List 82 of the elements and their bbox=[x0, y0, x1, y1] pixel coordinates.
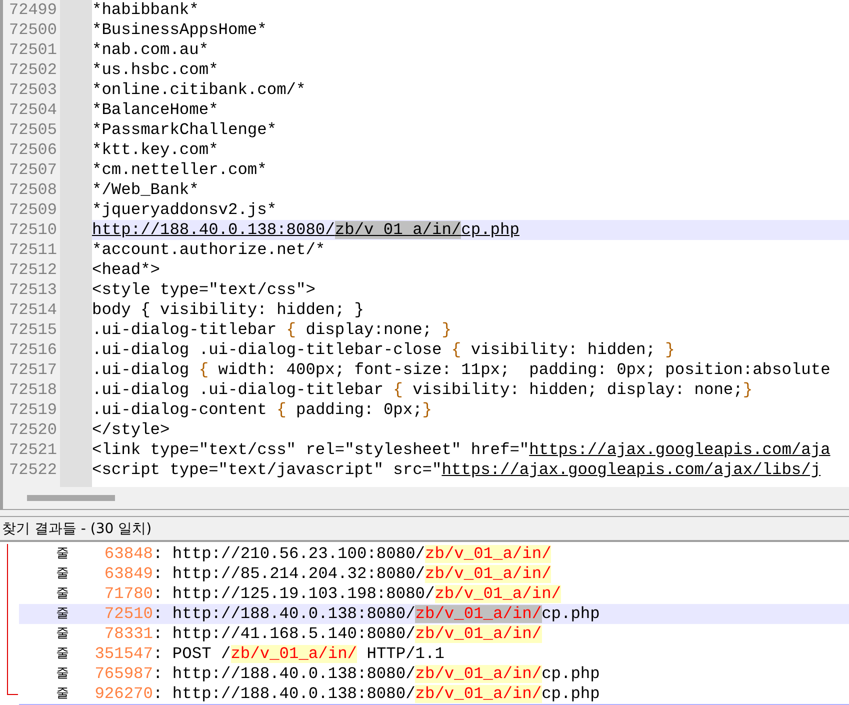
panel-splitter[interactable] bbox=[0, 509, 849, 518]
line-number: 72504 bbox=[8, 100, 58, 120]
result-row[interactable]: 줄 78331: http://41.168.5.140:8080/zb/v_01_a/in/ bbox=[19, 624, 849, 644]
line-number: 72510 bbox=[8, 220, 58, 240]
result-row[interactable]: 줄 63848: http://210.56.23.100:8080/zb/v_01_a/in/ bbox=[19, 544, 849, 564]
line-number: 72517 bbox=[8, 360, 58, 380]
line-number: 72509 bbox=[8, 200, 58, 220]
result-text: : http://41.168.5.140:8080/zb/v_01_a/in/ bbox=[153, 624, 542, 644]
line-number: 72513 bbox=[8, 280, 58, 300]
result-text: : POST /zb/v_01_a/in/ HTTP/1.1 bbox=[153, 644, 444, 664]
result-row[interactable]: 줄 351547: POST /zb/v_01_a/in/ HTTP/1.1 bbox=[19, 644, 849, 664]
line-number: 72502 bbox=[8, 60, 58, 80]
code-line: body { visibility: hidden; } bbox=[92, 300, 365, 320]
line-number: 72500 bbox=[8, 20, 58, 40]
line-label: 줄 bbox=[55, 624, 69, 643]
line-number: 72516 bbox=[8, 340, 58, 360]
line-number: 72521 bbox=[8, 440, 58, 460]
code-line: .ui-dialog { width: 400px; font-size: 11px; padding: 0px; position:absolute bbox=[92, 360, 832, 380]
line-number: 72512 bbox=[8, 260, 58, 280]
line-number: 72507 bbox=[8, 160, 58, 180]
line-number: 926270 bbox=[94, 684, 153, 704]
code-line: *cm.netteller.com* bbox=[92, 160, 268, 180]
result-text: : http://125.19.103.198:8080/zb/v_01_a/in/ bbox=[153, 584, 562, 604]
line-number: 72518 bbox=[8, 380, 58, 400]
code-line: <link type="text/css" rel="stylesheet" href="https://ajax.googleapis.com/aja bbox=[92, 440, 832, 460]
code-line: *us.hsbc.com* bbox=[92, 60, 220, 80]
code-line: *ktt.key.com* bbox=[92, 140, 220, 160]
code-line: *BusinessAppsHome* bbox=[92, 20, 268, 40]
line-number: 72503 bbox=[8, 80, 58, 100]
code-line: *account.authorize.net/* bbox=[92, 240, 326, 260]
line-label: 줄 bbox=[55, 644, 69, 663]
line-number: 71780 bbox=[103, 584, 153, 604]
result-row[interactable]: 줄 63849: http://85.214.204.32:8080/zb/v_01_a/in/ bbox=[19, 564, 849, 584]
code-line: <style type="text/css"> bbox=[92, 280, 316, 300]
panel-title: 찾기 결과들 - (30 일치) bbox=[1, 520, 152, 538]
line-number: 72501 bbox=[8, 40, 58, 60]
line-label: 줄 bbox=[55, 564, 69, 583]
line-number: 72522 bbox=[8, 460, 58, 480]
line-number: 63848 bbox=[103, 544, 153, 564]
line-number: 78331 bbox=[103, 624, 153, 644]
line-label: 줄 bbox=[55, 684, 69, 703]
line-number: 72508 bbox=[8, 180, 58, 200]
line-label: 줄 bbox=[55, 544, 69, 563]
result-text: : http://188.40.0.138:8080/zb/v_01_a/in/cp.php bbox=[153, 664, 600, 684]
code-line: </style> bbox=[92, 420, 171, 440]
result-text: : http://85.214.204.32:8080/zb/v_01_a/in/ bbox=[153, 564, 552, 584]
code-line: *jqueryaddonsv2.js* bbox=[92, 200, 278, 220]
line-label: 줄 bbox=[55, 604, 69, 623]
result-row[interactable]: 줄 926270: http://188.40.0.138:8080/zb/v_01_a/in/cp.php bbox=[19, 684, 849, 704]
code-line: .ui-dialog-content { padding: 0px;} bbox=[92, 400, 434, 420]
horizontal-scrollbar[interactable] bbox=[0, 487, 849, 510]
code-line: *nab.com.au* bbox=[92, 40, 210, 60]
line-number: 72520 bbox=[8, 420, 58, 440]
code-line: */Web_Bank* bbox=[92, 180, 200, 200]
result-text: : http://188.40.0.138:8080/zb/v_01_a/in/cp.php bbox=[153, 684, 600, 704]
code-line: .ui-dialog .ui-dialog-titlebar-close { visibility: hidden; } bbox=[92, 340, 676, 360]
line-number: 72505 bbox=[8, 120, 58, 140]
line-label: 줄 bbox=[55, 664, 69, 683]
line-label: 줄 bbox=[55, 584, 69, 603]
code-line: *habibbank* bbox=[92, 0, 200, 20]
code-line: *BalanceHome* bbox=[92, 100, 220, 120]
line-number: 63849 bbox=[103, 564, 153, 584]
result-row[interactable]: 줄 72510: http://188.40.0.138:8080/zb/v_01_a/in/cp.php bbox=[19, 604, 849, 624]
code-line: .ui-dialog-titlebar { display:none; } bbox=[92, 320, 452, 340]
result-text: : http://210.56.23.100:8080/zb/v_01_a/in/ bbox=[153, 544, 552, 564]
line-number: 72511 bbox=[8, 240, 58, 260]
line-number: 765987 bbox=[94, 664, 153, 684]
line-number: 72506 bbox=[8, 140, 58, 160]
line-number: 351547 bbox=[94, 644, 153, 664]
line-number: 72519 bbox=[8, 400, 58, 420]
code-line: .ui-dialog .ui-dialog-titlebar { visibility: hidden; display: none;} bbox=[92, 380, 754, 400]
result-text: : http://188.40.0.138:8080/zb/v_01_a/in/cp.php bbox=[153, 604, 600, 624]
line-number: 72514 bbox=[8, 300, 58, 320]
code-line: <script type="text/javascript" src="https://ajax.googleapis.com/ajax/libs/j bbox=[92, 460, 822, 480]
result-row[interactable]: 줄 71780: http://125.19.103.198:8080/zb/v_01_a/in/ bbox=[19, 584, 849, 604]
line-number: 72510 bbox=[103, 604, 153, 624]
line-number: 72499 bbox=[8, 0, 58, 20]
code-line: <head*> bbox=[92, 260, 161, 280]
code-line: *PassmarkChallenge* bbox=[92, 120, 278, 140]
line-number: 72515 bbox=[8, 320, 58, 340]
code-line: *online.citibank.com/* bbox=[92, 80, 307, 100]
result-row[interactable]: 줄 765987: http://188.40.0.138:8080/zb/v_01_a/in/cp.php bbox=[19, 664, 849, 684]
